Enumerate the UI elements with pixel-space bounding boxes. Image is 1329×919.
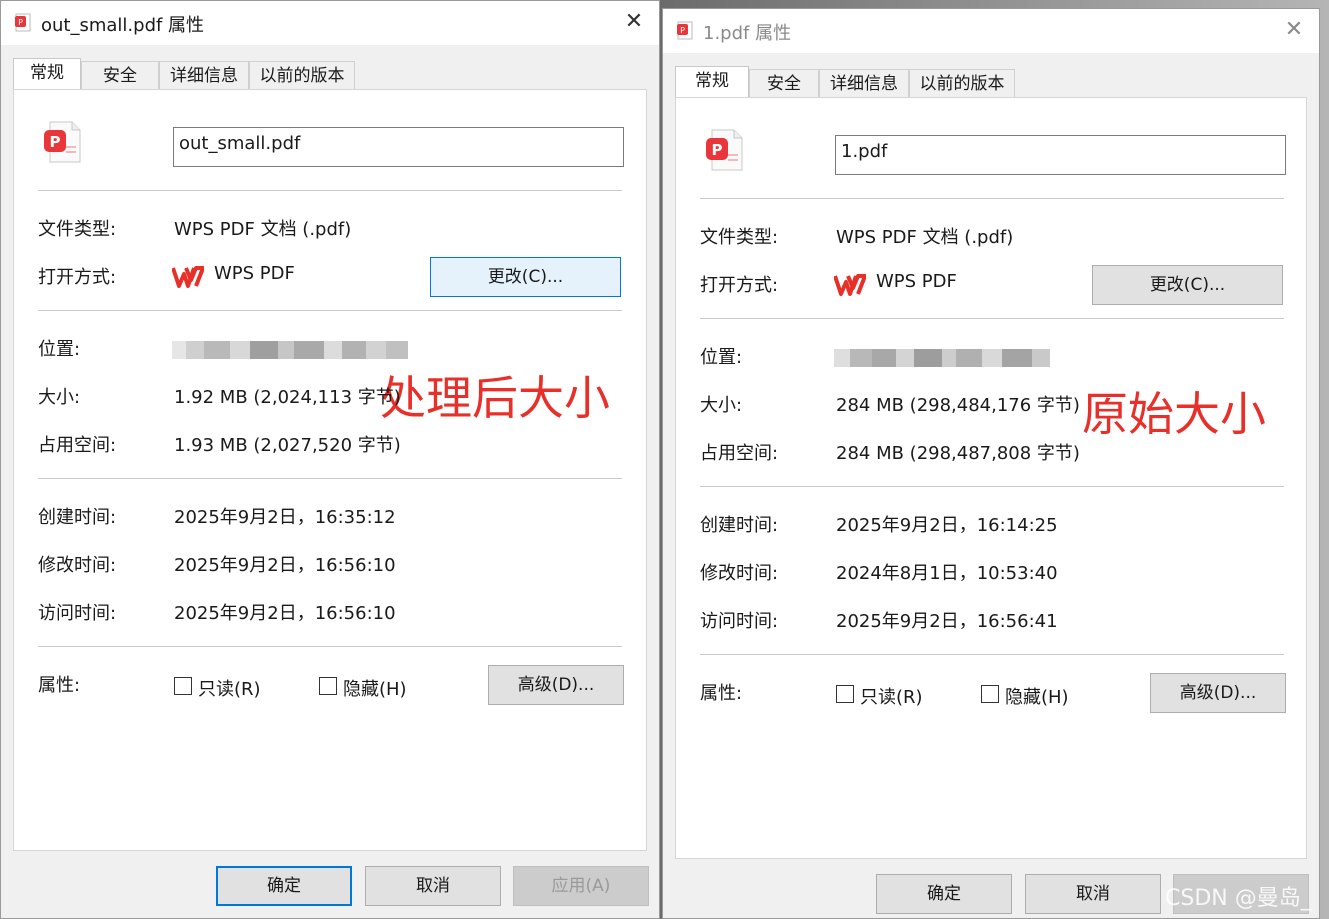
- file-type-value: WPS PDF 文档 (.pdf): [174, 219, 352, 240]
- attributes-label: 属性:: [38, 675, 81, 696]
- file-type-label: 文件类型:: [38, 219, 117, 240]
- accessed-value: 2025年9月2日，16:56:41: [836, 611, 1058, 632]
- pdf-file-icon: P: [706, 129, 743, 171]
- open-with-app: WPS PDF: [876, 271, 957, 292]
- cancel-button[interactable]: 取消: [1025, 874, 1161, 914]
- hidden-checkbox[interactable]: [981, 685, 999, 703]
- file-name-field[interactable]: 1.pdf: [835, 135, 1286, 175]
- tab-security[interactable]: 安全: [749, 69, 819, 97]
- ok-button[interactable]: 确定: [876, 874, 1012, 914]
- size-on-disk-label: 占用空间:: [700, 443, 779, 464]
- svg-text:P: P: [18, 18, 23, 27]
- modified-label: 修改时间:: [700, 563, 779, 584]
- accessed-label: 访问时间:: [38, 603, 117, 624]
- size-label: 大小:: [38, 387, 81, 408]
- size-on-disk-value: 284 MB (298,487,808 字节): [836, 443, 1080, 464]
- tab-details[interactable]: 详细信息: [819, 69, 909, 97]
- svg-text:P: P: [50, 133, 61, 151]
- location-value-redacted: [172, 339, 412, 361]
- size-value: 284 MB (298,484,176 字节): [836, 395, 1080, 416]
- tab-general[interactable]: 常规: [675, 66, 749, 97]
- hidden-checkbox[interactable]: [319, 677, 337, 695]
- apply-button[interactable]: 应用(A): [513, 866, 649, 906]
- open-with-label: 打开方式:: [38, 267, 117, 288]
- pdf-file-icon: P: [15, 13, 31, 32]
- general-panel: P 1.pdf 文件类型: WPS PDF 文档 (.pdf) 打开方式: WP…: [675, 97, 1307, 859]
- wps-logo-icon: [172, 266, 204, 288]
- change-button[interactable]: 更改(C)...: [1092, 265, 1283, 305]
- open-with-label: 打开方式:: [700, 275, 779, 296]
- tab-previous-versions[interactable]: 以前的版本: [249, 61, 355, 89]
- pdf-file-icon: P: [677, 21, 693, 40]
- modified-value: 2025年9月2日，16:56:10: [174, 555, 396, 576]
- file-name-field[interactable]: out_small.pdf: [173, 127, 624, 167]
- divider: [700, 198, 1284, 199]
- created-value: 2025年9月2日，16:14:25: [836, 515, 1058, 536]
- ok-button[interactable]: 确定: [216, 866, 352, 906]
- csdn-watermark: CSDN @曼岛_: [1165, 886, 1312, 911]
- created-value: 2025年9月2日，16:35:12: [174, 507, 396, 528]
- advanced-button[interactable]: 高级(D)...: [1150, 673, 1286, 713]
- readonly-checkbox[interactable]: [174, 677, 192, 695]
- annotation-original-size: 原始大小: [1082, 387, 1266, 441]
- window-title: 1.pdf 属性: [703, 23, 792, 44]
- divider: [700, 654, 1284, 655]
- created-label: 创建时间:: [38, 507, 117, 528]
- tab-previous-versions[interactable]: 以前的版本: [909, 69, 1015, 97]
- file-type-label: 文件类型:: [700, 227, 779, 248]
- size-value: 1.92 MB (2,024,113 字节): [174, 387, 401, 408]
- wps-logo-icon: [834, 274, 866, 296]
- location-label: 位置:: [38, 339, 81, 360]
- readonly-label[interactable]: 只读(R): [198, 675, 261, 701]
- cancel-button[interactable]: 取消: [365, 866, 501, 906]
- advanced-button[interactable]: 高级(D)...: [488, 665, 624, 705]
- open-with-app: WPS PDF: [214, 263, 295, 284]
- pdf-file-icon: P: [44, 121, 81, 163]
- change-button[interactable]: 更改(C)...: [430, 257, 621, 297]
- size-label: 大小:: [700, 395, 743, 416]
- accessed-value: 2025年9月2日，16:56:10: [174, 603, 396, 624]
- location-value-redacted: [834, 347, 1074, 369]
- divider: [700, 318, 1284, 319]
- file-type-value: WPS PDF 文档 (.pdf): [836, 227, 1014, 248]
- window-title: out_small.pdf 属性: [41, 15, 205, 36]
- size-on-disk-value: 1.93 MB (2,027,520 字节): [174, 435, 401, 456]
- modified-value: 2024年8月1日，10:53:40: [836, 563, 1058, 584]
- readonly-checkbox[interactable]: [836, 685, 854, 703]
- modified-label: 修改时间:: [38, 555, 117, 576]
- close-icon[interactable]: ✕: [1281, 17, 1307, 43]
- divider: [38, 646, 622, 647]
- divider: [700, 486, 1284, 487]
- created-label: 创建时间:: [700, 515, 779, 536]
- attributes-label: 属性:: [700, 683, 743, 704]
- hidden-label[interactable]: 隐藏(H): [343, 675, 407, 701]
- hidden-label[interactable]: 隐藏(H): [1005, 683, 1069, 709]
- properties-dialog-right: P 1.pdf 属性 ✕ 常规 安全 详细信息 以前的版本 P 1.pdf 文件…: [662, 8, 1320, 919]
- title-bar: P 1.pdf 属性 ✕: [663, 9, 1319, 53]
- divider: [38, 190, 622, 191]
- svg-text:P: P: [712, 141, 723, 159]
- tab-security[interactable]: 安全: [81, 61, 159, 89]
- annotation-processed-size: 处理后大小: [380, 371, 610, 425]
- divider: [38, 478, 622, 479]
- accessed-label: 访问时间:: [700, 611, 779, 632]
- svg-text:P: P: [680, 26, 685, 35]
- properties-dialog-left: P out_small.pdf 属性 ✕ 常规 安全 详细信息 以前的版本 P …: [0, 0, 660, 919]
- title-bar: P out_small.pdf 属性 ✕: [1, 1, 659, 45]
- tab-general[interactable]: 常规: [13, 58, 81, 89]
- general-panel: P out_small.pdf 文件类型: WPS PDF 文档 (.pdf) …: [13, 89, 647, 851]
- divider: [38, 310, 622, 311]
- location-label: 位置:: [700, 347, 743, 368]
- close-icon[interactable]: ✕: [621, 9, 647, 35]
- size-on-disk-label: 占用空间:: [38, 435, 117, 456]
- tab-details[interactable]: 详细信息: [159, 61, 249, 89]
- readonly-label[interactable]: 只读(R): [860, 683, 923, 709]
